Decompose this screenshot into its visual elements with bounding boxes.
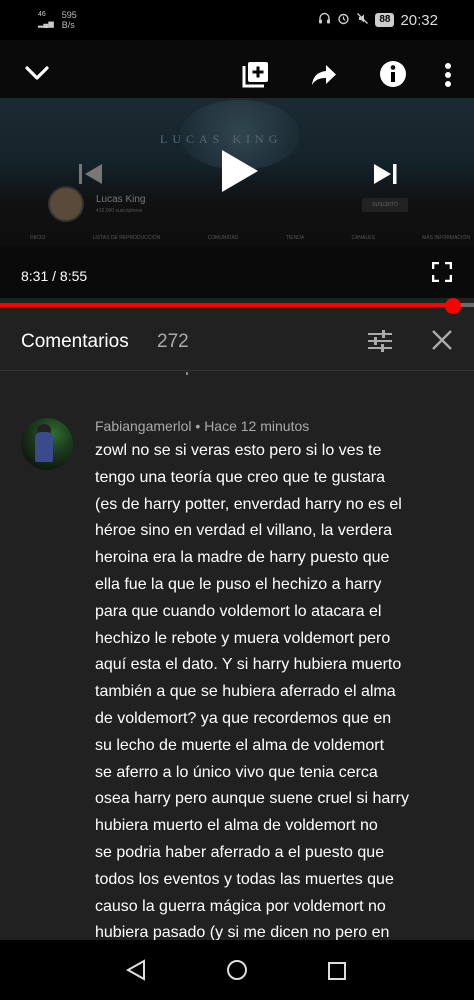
play-button[interactable] <box>222 150 258 192</box>
sort-comments-button[interactable] <box>367 328 393 359</box>
channel-avatar <box>48 186 84 222</box>
video-tab-label: MÁS INFORMACIÓN <box>422 235 470 241</box>
filter-icon <box>368 330 392 352</box>
close-comments-button[interactable] <box>431 329 453 356</box>
previous-button[interactable] <box>78 162 104 191</box>
seek-progress <box>0 303 453 307</box>
status-left: 46 ▂▄▆ 595 B/s <box>38 10 77 30</box>
clock: 20:32 <box>400 11 438 29</box>
video-channel-name: Lucas King <box>96 194 146 205</box>
seek-bar[interactable] <box>0 298 474 314</box>
back-button[interactable] <box>125 959 147 986</box>
chevron-down-icon <box>25 66 49 80</box>
home-icon <box>227 960 247 980</box>
signal-bars-icon: ▂▄▆ <box>38 21 54 28</box>
video-subscribe-chip: SUSCRITO <box>362 198 408 212</box>
comments-title: Comentarios <box>21 331 129 352</box>
comments-panel: Comentarios 272 Fabiangamerlol • Hace 12… <box>0 314 474 940</box>
previous-icon <box>79 164 102 184</box>
signal-label: 46 <box>38 11 46 18</box>
fullscreen-icon <box>431 261 453 283</box>
comments-header: Comentarios 272 <box>0 314 474 370</box>
scroll-indicator <box>186 372 188 375</box>
video-tab-label: INICIO <box>30 235 46 241</box>
speed-unit: B/s <box>61 20 75 30</box>
time-separator: / <box>48 268 60 284</box>
recents-icon <box>328 962 346 980</box>
video-tab-label: CANALES <box>351 235 375 241</box>
add-to-playlist-icon <box>242 62 268 88</box>
status-bar: 46 ▂▄▆ 595 B/s 88 20:32 <box>0 0 474 40</box>
video-tab-label: LISTAS DE REPRODUCCIÓN <box>92 235 161 241</box>
video-player[interactable]: LUCAS KING Lucas King 410.000 suscriptor… <box>0 40 474 298</box>
save-to-playlist-button[interactable] <box>242 60 270 93</box>
info-icon <box>380 61 406 87</box>
comments-count: 272 <box>157 331 189 352</box>
video-tab-label: TIENDA <box>285 235 305 241</box>
minimize-button[interactable] <box>24 64 50 87</box>
comment-meta: Fabiangamerlol • Hace 12 minutos <box>95 418 309 434</box>
more-options-button[interactable] <box>444 62 452 93</box>
more-vert-icon <box>445 63 451 87</box>
channel-banner-text: LUCAS KING <box>160 132 283 146</box>
mute-icon <box>356 12 369 28</box>
current-time: 8:31 <box>21 268 49 284</box>
alarm-icon <box>337 12 350 28</box>
share-button[interactable] <box>311 64 337 91</box>
system-nav-bar <box>0 940 474 1000</box>
network-speed: 595 B/s <box>62 10 77 30</box>
back-icon <box>125 959 145 981</box>
status-right: 88 20:32 <box>318 12 438 29</box>
recents-button[interactable] <box>327 961 347 986</box>
comment-time: Hace 12 minutos <box>204 418 310 434</box>
signal-indicator: 46 ▂▄▆ <box>38 10 54 30</box>
headphones-icon <box>318 12 331 28</box>
fullscreen-button[interactable] <box>431 261 453 283</box>
total-time: 8:55 <box>59 268 88 284</box>
video-channel-tabs: INICIO LISTAS DE REPRODUCCIÓN COMUNIDAD … <box>30 235 470 241</box>
speed-value: 595 <box>61 10 77 20</box>
share-icon <box>312 65 336 85</box>
home-button[interactable] <box>226 959 248 986</box>
close-icon <box>432 330 452 350</box>
meta-separator: • <box>191 418 205 434</box>
video-tab-label: COMUNIDAD <box>207 235 239 241</box>
playback-time: 8:31 / 8:55 <box>21 268 87 284</box>
comment-author[interactable]: Fabiangamerlol <box>95 418 192 434</box>
next-button[interactable] <box>372 162 398 191</box>
battery-icon: 88 <box>375 13 395 27</box>
info-button[interactable] <box>379 60 407 93</box>
commenter-avatar[interactable] <box>21 418 73 470</box>
next-icon <box>374 164 397 184</box>
comment-text: zowl no se si veras esto pero si lo ves … <box>95 442 409 940</box>
seek-handle[interactable] <box>444 298 461 314</box>
video-channel-subs: 410.000 suscriptores <box>96 208 143 214</box>
avatar-figure <box>35 432 53 462</box>
header-divider <box>0 370 474 371</box>
